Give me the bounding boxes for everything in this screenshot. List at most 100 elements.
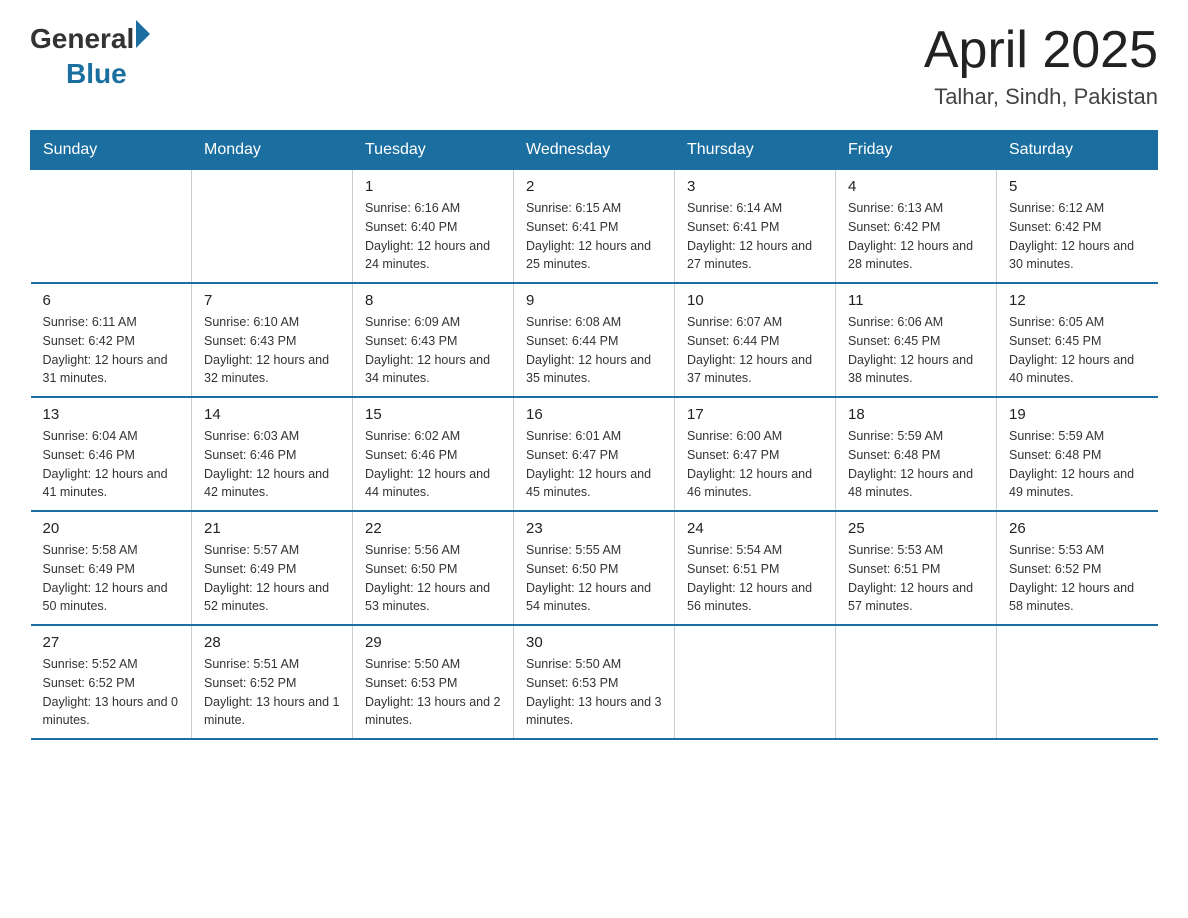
calendar-cell: 14 Sunrise: 6:03 AM Sunset: 6:46 PM Dayli… xyxy=(192,397,353,511)
calendar-cell: 6Sunrise: 6:11 AM Sunset: 6:42 PM Daylig… xyxy=(31,283,192,397)
day-info: Sunrise: 6:01 AM Sunset: 6:47 PM Dayligh… xyxy=(526,427,662,502)
calendar-cell: 24 Sunrise: 5:54 AM Sunset: 6:51 PM Dayli… xyxy=(675,511,836,625)
calendar-cell xyxy=(192,170,353,284)
day-number: 29 xyxy=(365,634,501,651)
day-number: 30 xyxy=(526,634,662,651)
day-number: 9 xyxy=(526,292,662,309)
calendar-cell: 26 Sunrise: 5:53 AM Sunset: 6:52 PM Dayli… xyxy=(997,511,1158,625)
calendar-cell: 19 Sunrise: 5:59 AM Sunset: 6:48 PM Dayli… xyxy=(997,397,1158,511)
day-number: 5 xyxy=(1009,178,1146,195)
calendar-header-day: Wednesday xyxy=(514,131,675,170)
day-info: Sunrise: 6:13 AM Sunset: 6:42 PM Dayligh… xyxy=(848,199,984,274)
calendar-table: SundayMondayTuesdayWednesdayThursdayFrid… xyxy=(30,130,1158,740)
day-info: Sunrise: 5:59 AM Sunset: 6:48 PM Dayligh… xyxy=(848,427,984,502)
calendar-cell: 18Sunrise: 5:59 AM Sunset: 6:48 PM Dayli… xyxy=(836,397,997,511)
calendar-week-row: 1 Sunrise: 6:16 AM Sunset: 6:40 PM Daylig… xyxy=(31,170,1158,284)
day-number: 20 xyxy=(43,520,180,537)
calendar-cell: 15 Sunrise: 6:02 AM Sunset: 6:46 PM Dayli… xyxy=(353,397,514,511)
calendar-cell: 25Sunrise: 5:53 AM Sunset: 6:51 PM Dayli… xyxy=(836,511,997,625)
day-number: 27 xyxy=(43,634,180,651)
calendar-cell: 13Sunrise: 6:04 AM Sunset: 6:46 PM Dayli… xyxy=(31,397,192,511)
day-info: Sunrise: 6:16 AM Sunset: 6:40 PM Dayligh… xyxy=(365,199,501,274)
calendar-header-row: SundayMondayTuesdayWednesdayThursdayFrid… xyxy=(31,131,1158,170)
day-info: Sunrise: 5:53 AM Sunset: 6:51 PM Dayligh… xyxy=(848,541,984,616)
calendar-cell: 12Sunrise: 6:05 AM Sunset: 6:45 PM Dayli… xyxy=(997,283,1158,397)
day-info: Sunrise: 5:56 AM Sunset: 6:50 PM Dayligh… xyxy=(365,541,501,616)
calendar-cell: 30Sunrise: 5:50 AM Sunset: 6:53 PM Dayli… xyxy=(514,625,675,739)
calendar-cell: 16 Sunrise: 6:01 AM Sunset: 6:47 PM Dayli… xyxy=(514,397,675,511)
logo-text-blue: Blue xyxy=(66,58,127,90)
calendar-cell: 3Sunrise: 6:14 AM Sunset: 6:41 PM Daylig… xyxy=(675,170,836,284)
day-info: Sunrise: 6:15 AM Sunset: 6:41 PM Dayligh… xyxy=(526,199,662,274)
calendar-subtitle: Talhar, Sindh, Pakistan xyxy=(924,84,1158,110)
calendar-header-day: Monday xyxy=(192,131,353,170)
calendar-cell: 11 Sunrise: 6:06 AM Sunset: 6:45 PM Dayli… xyxy=(836,283,997,397)
day-number: 14 xyxy=(204,406,340,423)
calendar-cell: 1 Sunrise: 6:16 AM Sunset: 6:40 PM Daylig… xyxy=(353,170,514,284)
day-info: Sunrise: 6:09 AM Sunset: 6:43 PM Dayligh… xyxy=(365,313,501,388)
day-info: Sunrise: 6:02 AM Sunset: 6:46 PM Dayligh… xyxy=(365,427,501,502)
calendar-cell: 22 Sunrise: 5:56 AM Sunset: 6:50 PM Dayli… xyxy=(353,511,514,625)
day-number: 22 xyxy=(365,520,501,537)
day-number: 8 xyxy=(365,292,501,309)
calendar-week-row: 20 Sunrise: 5:58 AM Sunset: 6:49 PM Dayli… xyxy=(31,511,1158,625)
day-number: 16 xyxy=(526,406,662,423)
calendar-header-day: Sunday xyxy=(31,131,192,170)
day-info: Sunrise: 6:05 AM Sunset: 6:45 PM Dayligh… xyxy=(1009,313,1146,388)
day-info: Sunrise: 5:51 AM Sunset: 6:52 PM Dayligh… xyxy=(204,655,340,730)
day-number: 23 xyxy=(526,520,662,537)
calendar-cell xyxy=(836,625,997,739)
logo-arrow-icon xyxy=(136,20,150,48)
calendar-cell: 27 Sunrise: 5:52 AM Sunset: 6:52 PM Dayli… xyxy=(31,625,192,739)
day-info: Sunrise: 6:06 AM Sunset: 6:45 PM Dayligh… xyxy=(848,313,984,388)
day-number: 19 xyxy=(1009,406,1146,423)
day-info: Sunrise: 6:08 AM Sunset: 6:44 PM Dayligh… xyxy=(526,313,662,388)
day-number: 3 xyxy=(687,178,823,195)
day-number: 26 xyxy=(1009,520,1146,537)
day-number: 13 xyxy=(43,406,180,423)
day-info: Sunrise: 6:12 AM Sunset: 6:42 PM Dayligh… xyxy=(1009,199,1146,274)
calendar-header-day: Thursday xyxy=(675,131,836,170)
day-info: Sunrise: 5:57 AM Sunset: 6:49 PM Dayligh… xyxy=(204,541,340,616)
calendar-week-row: 6Sunrise: 6:11 AM Sunset: 6:42 PM Daylig… xyxy=(31,283,1158,397)
calendar-cell xyxy=(31,170,192,284)
calendar-cell: 9 Sunrise: 6:08 AM Sunset: 6:44 PM Daylig… xyxy=(514,283,675,397)
day-number: 24 xyxy=(687,520,823,537)
day-number: 6 xyxy=(43,292,180,309)
logo: General Blue xyxy=(30,20,150,90)
calendar-cell: 21 Sunrise: 5:57 AM Sunset: 6:49 PM Dayli… xyxy=(192,511,353,625)
calendar-cell: 23Sunrise: 5:55 AM Sunset: 6:50 PM Dayli… xyxy=(514,511,675,625)
day-number: 10 xyxy=(687,292,823,309)
day-number: 4 xyxy=(848,178,984,195)
day-info: Sunrise: 6:10 AM Sunset: 6:43 PM Dayligh… xyxy=(204,313,340,388)
calendar-cell: 4 Sunrise: 6:13 AM Sunset: 6:42 PM Daylig… xyxy=(836,170,997,284)
day-info: Sunrise: 5:54 AM Sunset: 6:51 PM Dayligh… xyxy=(687,541,823,616)
day-number: 28 xyxy=(204,634,340,651)
calendar-cell xyxy=(675,625,836,739)
page-header: General Blue April 2025 Talhar, Sindh, P… xyxy=(30,20,1158,110)
day-info: Sunrise: 5:59 AM Sunset: 6:48 PM Dayligh… xyxy=(1009,427,1146,502)
day-number: 11 xyxy=(848,292,984,309)
day-info: Sunrise: 5:53 AM Sunset: 6:52 PM Dayligh… xyxy=(1009,541,1146,616)
day-number: 21 xyxy=(204,520,340,537)
calendar-header-day: Saturday xyxy=(997,131,1158,170)
calendar-cell: 10Sunrise: 6:07 AM Sunset: 6:44 PM Dayli… xyxy=(675,283,836,397)
calendar-cell: 20 Sunrise: 5:58 AM Sunset: 6:49 PM Dayli… xyxy=(31,511,192,625)
day-info: Sunrise: 5:58 AM Sunset: 6:49 PM Dayligh… xyxy=(43,541,180,616)
day-number: 2 xyxy=(526,178,662,195)
calendar-cell: 8 Sunrise: 6:09 AM Sunset: 6:43 PM Daylig… xyxy=(353,283,514,397)
title-block: April 2025 Talhar, Sindh, Pakistan xyxy=(924,20,1158,110)
calendar-header-day: Friday xyxy=(836,131,997,170)
calendar-cell: 29Sunrise: 5:50 AM Sunset: 6:53 PM Dayli… xyxy=(353,625,514,739)
calendar-cell: 5 Sunrise: 6:12 AM Sunset: 6:42 PM Daylig… xyxy=(997,170,1158,284)
day-info: Sunrise: 5:52 AM Sunset: 6:52 PM Dayligh… xyxy=(43,655,180,730)
calendar-cell: 28 Sunrise: 5:51 AM Sunset: 6:52 PM Dayli… xyxy=(192,625,353,739)
day-number: 1 xyxy=(365,178,501,195)
calendar-cell: 7Sunrise: 6:10 AM Sunset: 6:43 PM Daylig… xyxy=(192,283,353,397)
calendar-title: April 2025 xyxy=(924,20,1158,80)
day-info: Sunrise: 6:03 AM Sunset: 6:46 PM Dayligh… xyxy=(204,427,340,502)
calendar-cell xyxy=(997,625,1158,739)
logo-text-general: General xyxy=(30,23,134,55)
day-info: Sunrise: 6:00 AM Sunset: 6:47 PM Dayligh… xyxy=(687,427,823,502)
day-number: 15 xyxy=(365,406,501,423)
